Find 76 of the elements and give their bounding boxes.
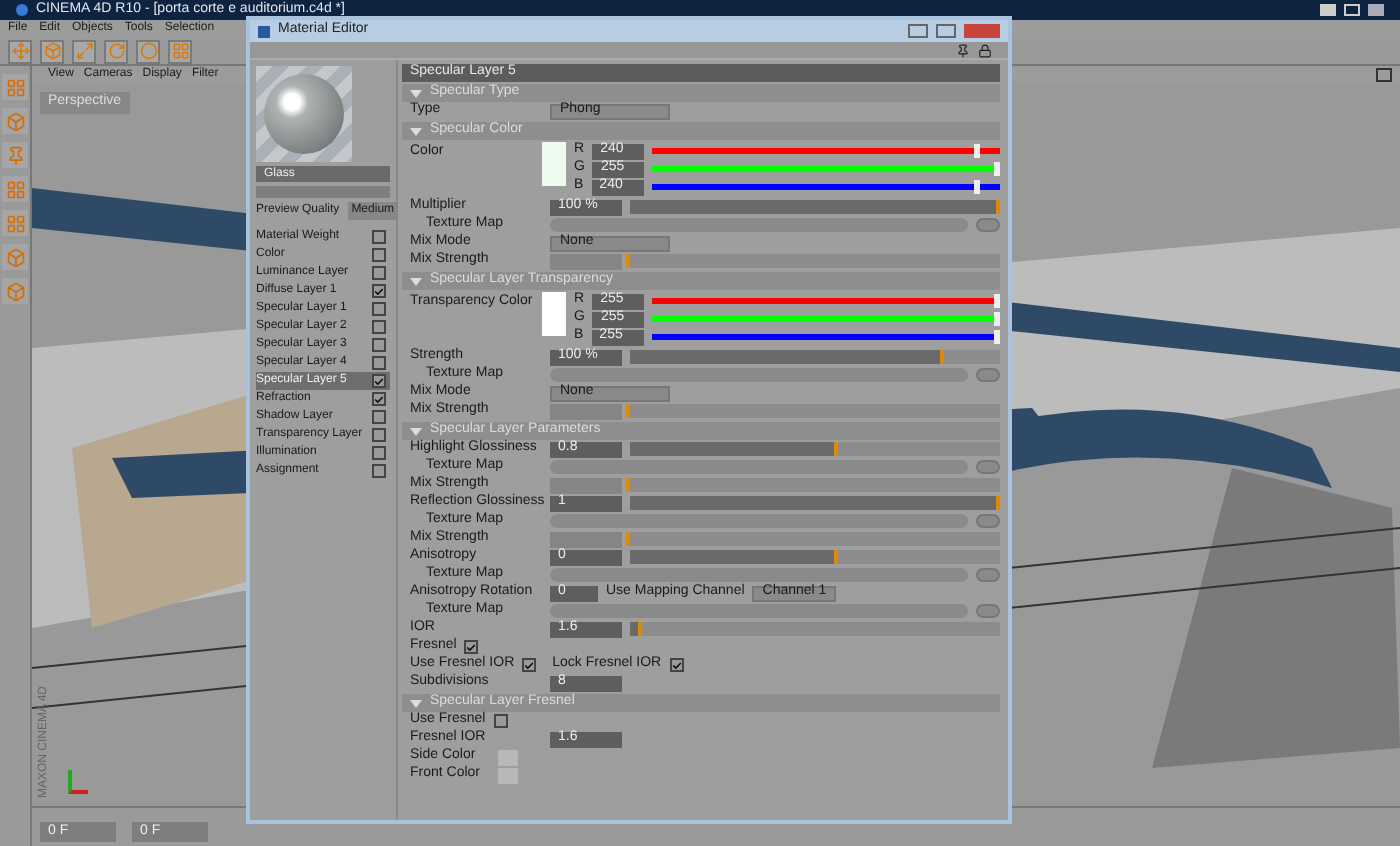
texture-slot[interactable] <box>550 514 968 528</box>
tool-icon[interactable] <box>104 39 128 63</box>
slider-thumb[interactable] <box>973 144 980 158</box>
checkbox[interactable] <box>493 714 508 728</box>
axis-icon <box>68 770 88 794</box>
tool-icon[interactable] <box>2 176 28 202</box>
slider-thumb[interactable] <box>994 312 1000 326</box>
tool-icon[interactable] <box>2 74 28 100</box>
app-logo-icon <box>16 4 28 16</box>
texture-slot[interactable] <box>550 568 968 582</box>
tool-icon[interactable] <box>8 39 32 63</box>
tool-icon[interactable] <box>168 39 192 63</box>
close-icon[interactable] <box>1368 4 1384 16</box>
tool-icon[interactable] <box>136 39 160 63</box>
checked-checkbox[interactable] <box>372 374 386 388</box>
texture-slot[interactable] <box>550 460 968 474</box>
slider-thumb[interactable] <box>940 350 945 364</box>
color-swatch[interactable] <box>498 749 518 765</box>
tool-icon[interactable] <box>2 278 28 304</box>
checkbox[interactable] <box>372 446 386 460</box>
tool-icon[interactable] <box>2 210 28 236</box>
pin-icon[interactable] <box>956 43 970 57</box>
checked-checkbox[interactable] <box>669 658 684 672</box>
slider-thumb[interactable] <box>994 162 1000 176</box>
caret-icon[interactable] <box>410 127 422 135</box>
texture-button[interactable] <box>976 460 1000 474</box>
texture-button[interactable] <box>976 568 1000 582</box>
checkbox[interactable] <box>372 428 386 442</box>
tool-icon[interactable] <box>2 244 28 270</box>
slider-thumb[interactable] <box>833 442 838 456</box>
texture-button[interactable] <box>976 604 1000 618</box>
checkbox[interactable] <box>372 302 386 316</box>
checkbox[interactable] <box>372 320 386 334</box>
checkbox[interactable] <box>372 338 386 352</box>
slider-thumb[interactable] <box>833 550 838 564</box>
checkbox[interactable] <box>372 266 386 280</box>
minimize-icon[interactable] <box>908 24 928 38</box>
number-field[interactable] <box>550 403 622 419</box>
number-field[interactable] <box>550 253 622 269</box>
checkbox[interactable] <box>372 356 386 370</box>
texture-slot[interactable] <box>550 604 968 618</box>
caret-icon[interactable] <box>410 277 422 285</box>
color-swatch[interactable] <box>498 767 518 783</box>
slider-thumb[interactable] <box>973 180 980 194</box>
tool-icon[interactable] <box>2 108 28 134</box>
checked-checkbox[interactable] <box>522 658 537 672</box>
texture-slot[interactable] <box>550 218 968 232</box>
number-field[interactable] <box>550 477 622 493</box>
slider-thumb[interactable] <box>994 330 1000 344</box>
texture-button[interactable] <box>976 514 1000 528</box>
caret-icon[interactable] <box>410 427 422 435</box>
texture-button[interactable] <box>976 218 1000 232</box>
caret-icon[interactable] <box>410 699 422 707</box>
checked-checkbox[interactable] <box>372 392 386 406</box>
color-swatch[interactable] <box>542 292 566 336</box>
slider-thumb[interactable] <box>637 622 642 636</box>
texture-slot[interactable] <box>550 368 968 382</box>
lock-icon[interactable] <box>978 43 992 57</box>
checkbox[interactable] <box>372 464 386 478</box>
checkbox[interactable] <box>372 230 386 244</box>
window-logo-icon <box>258 25 270 37</box>
checked-checkbox[interactable] <box>372 284 386 298</box>
checked-checkbox[interactable] <box>464 640 479 654</box>
viewport-nav-icon[interactable] <box>1376 68 1392 82</box>
checkbox[interactable] <box>372 410 386 424</box>
tool-icon[interactable] <box>40 39 64 63</box>
number-field[interactable] <box>550 531 622 547</box>
preview-scrollbar[interactable] <box>256 186 390 198</box>
tool-icon[interactable] <box>72 39 96 63</box>
slider-thumb[interactable] <box>994 294 1000 308</box>
slider-fill <box>630 622 638 636</box>
tool-icon[interactable] <box>2 142 28 168</box>
checkbox[interactable] <box>372 248 386 262</box>
caret-icon[interactable] <box>410 89 422 97</box>
color-swatch[interactable] <box>542 142 566 186</box>
texture-button[interactable] <box>976 368 1000 382</box>
